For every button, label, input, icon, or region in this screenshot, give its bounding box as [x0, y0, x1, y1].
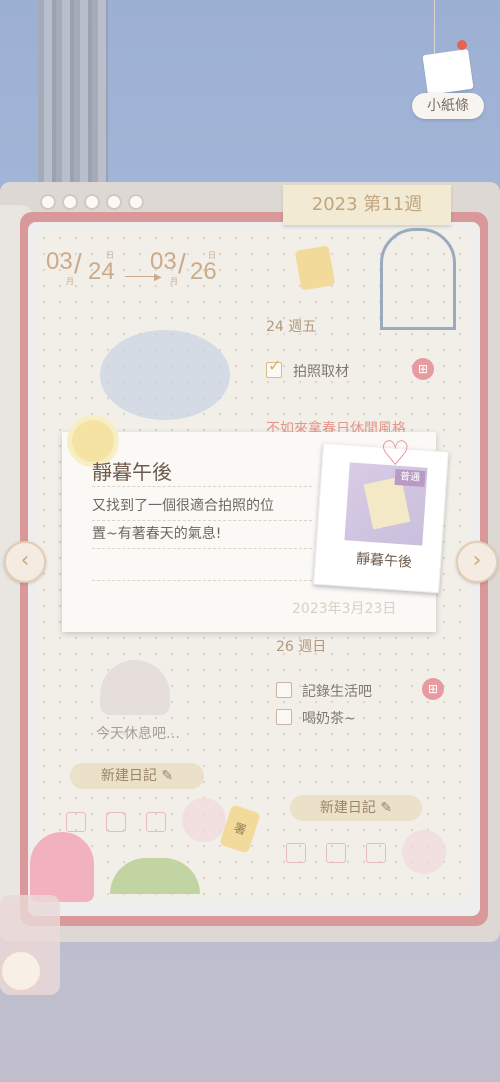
- title-divider: [92, 486, 312, 488]
- popup-text-line: 置~有著春天的氣息!: [92, 526, 222, 542]
- text-divider: [92, 580, 312, 582]
- text-divider: [92, 548, 312, 550]
- popup-title: 靜暮午後: [92, 460, 172, 484]
- text-divider: [92, 520, 312, 522]
- popup-text-line: 又找到了一個很適合拍照的位: [92, 498, 274, 514]
- popup-date: 2023年3月23日: [292, 601, 397, 617]
- heart-icon: ♡: [380, 434, 411, 474]
